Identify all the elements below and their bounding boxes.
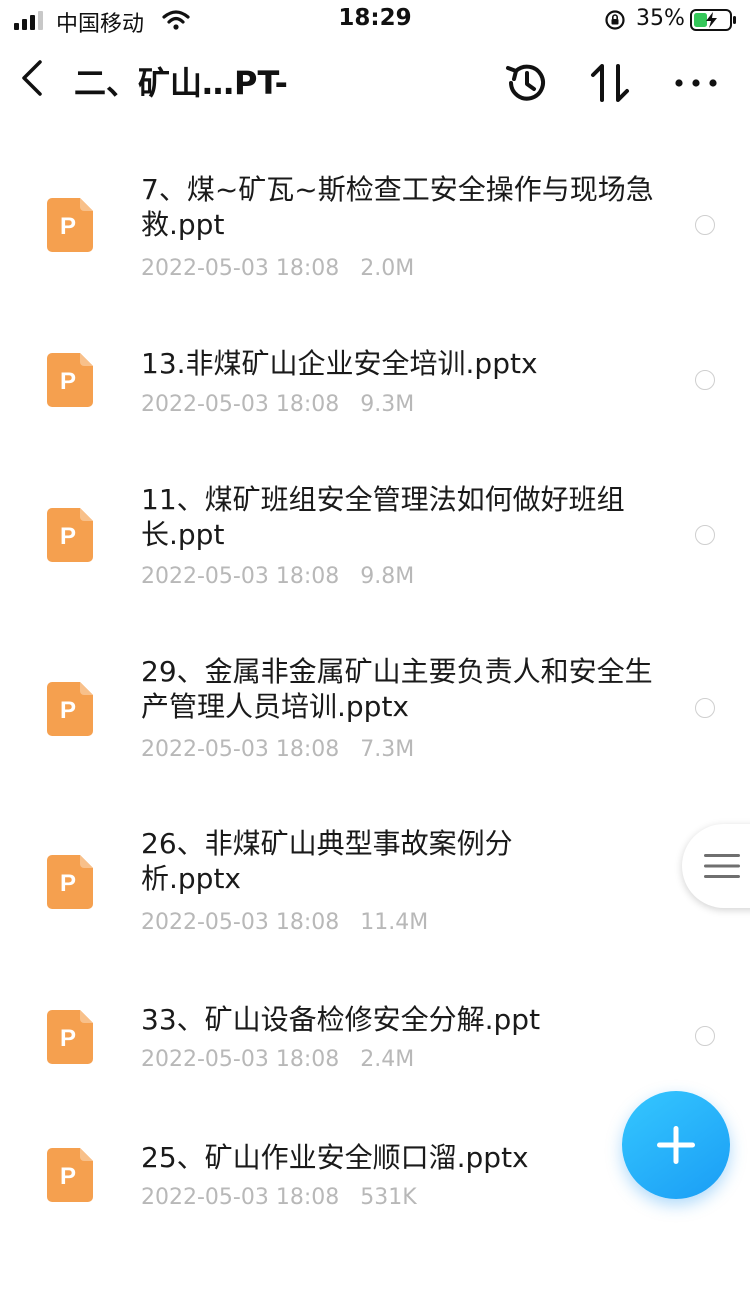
file-name: 29、金属非金属矿山主要负责人和安全生产管理人员培训.pptx	[141, 655, 653, 723]
file-name: 11、煤矿班组安全管理法如何做好班组长.ppt	[141, 483, 625, 551]
file-icon-letter: P	[60, 523, 76, 550]
file-date: 2022-05-03 18:08	[141, 256, 340, 281]
file-name: 26、非煤矿山典型事故案例分析.pptx	[141, 827, 513, 895]
file-meta: 2022-05-03 18:08 2.4M	[141, 1047, 414, 1072]
file-name: 13.非煤矿山企业安全培训.pptx	[141, 347, 538, 380]
file-date: 2022-05-03 18:08	[141, 1047, 340, 1072]
select-radio[interactable]	[695, 215, 715, 235]
file-meta: 2022-05-03 18:08 11.4M	[141, 910, 428, 935]
file-item[interactable]: P 7、煤~矿瓦~斯检查工安全操作与现场急救.ppt 2022-05-03 18…	[0, 154, 750, 324]
file-size: 11.4M	[360, 910, 429, 935]
ppt-file-icon: P	[47, 1148, 93, 1202]
page-title: 二、矿山…PT-	[74, 64, 288, 102]
file-meta: 2022-05-03 18:08 7.3M	[141, 737, 414, 762]
file-size: 2.0M	[360, 256, 415, 281]
file-icon-letter: P	[60, 213, 76, 240]
file-name: 7、煤~矿瓦~斯检查工安全操作与现场急救.ppt	[141, 173, 654, 241]
file-date: 2022-05-03 18:08	[141, 737, 340, 762]
file-meta: 2022-05-03 18:08 9.8M	[141, 564, 414, 589]
file-size: 9.3M	[360, 392, 415, 417]
file-date: 2022-05-03 18:08	[141, 564, 340, 589]
file-meta: 2022-05-03 18:08 2.0M	[141, 256, 414, 281]
file-date: 2022-05-03 18:08	[141, 910, 340, 935]
file-size: 531K	[360, 1185, 417, 1210]
ppt-file-icon: P	[47, 508, 93, 562]
file-item[interactable]: P 11、煤矿班组安全管理法如何做好班组长.ppt 2022-05-03 18:…	[0, 470, 750, 640]
select-radio[interactable]	[695, 1026, 715, 1046]
ppt-file-icon: P	[47, 198, 93, 252]
file-meta: 2022-05-03 18:08 531K	[141, 1185, 417, 1210]
file-icon-letter: P	[60, 1025, 76, 1052]
file-date: 2022-05-03 18:08	[141, 1185, 340, 1210]
select-radio[interactable]	[695, 525, 715, 545]
file-size: 2.4M	[360, 1047, 415, 1072]
ppt-file-icon: P	[47, 682, 93, 736]
file-meta: 2022-05-03 18:08 9.3M	[141, 392, 414, 417]
back-chevron-icon[interactable]	[14, 56, 50, 100]
sort-icon[interactable]	[586, 58, 634, 108]
plus-icon	[657, 1126, 695, 1164]
file-icon-letter: P	[60, 870, 76, 897]
file-size: 7.3M	[360, 737, 415, 762]
file-item[interactable]: P 13.非煤矿山企业安全培训.pptx 2022-05-03 18:08 9.…	[0, 324, 750, 494]
history-icon[interactable]	[502, 58, 552, 108]
select-radio[interactable]	[695, 698, 715, 718]
file-item[interactable]: P 26、非煤矿山典型事故案例分析.pptx 2022-05-03 18:08 …	[0, 818, 750, 988]
ppt-file-icon: P	[47, 1010, 93, 1064]
file-size: 9.8M	[360, 564, 415, 589]
more-icon[interactable]	[672, 58, 720, 108]
file-icon-letter: P	[60, 697, 76, 724]
file-icon-letter: P	[60, 368, 76, 395]
status-bar: 中国移动 18:29 35%	[0, 0, 750, 44]
file-icon-letter: P	[60, 1163, 76, 1190]
file-date: 2022-05-03 18:08	[141, 392, 340, 417]
menu-lines-icon	[704, 854, 740, 878]
file-item[interactable]: P 29、金属非金属矿山主要负责人和安全生产管理人员培训.pptx 2022-0…	[0, 644, 750, 814]
file-name: 33、矿山设备检修安全分解.ppt	[141, 1003, 541, 1036]
add-button[interactable]	[622, 1091, 730, 1199]
orientation-lock-icon	[605, 10, 625, 30]
battery-percent: 35%	[636, 6, 685, 31]
select-radio[interactable]	[695, 370, 715, 390]
navigation-bar: 二、矿山…PT-	[0, 44, 750, 124]
ppt-file-icon: P	[47, 855, 93, 909]
battery-charging-icon	[690, 9, 736, 31]
ppt-file-icon: P	[47, 353, 93, 407]
file-name: 25、矿山作业安全顺口溜.pptx	[141, 1141, 529, 1174]
